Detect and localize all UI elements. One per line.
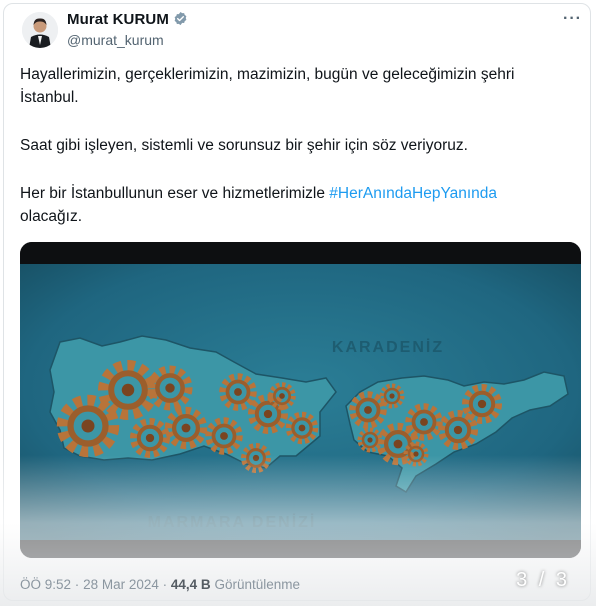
author-name-row[interactable]: Murat KURUM [67,11,188,28]
avatar-image [22,12,58,48]
tweet-date[interactable]: 28 Mar 2024 [83,577,159,592]
tweet-paragraph-1: Hayallerimizin, gerçeklerimizin, mazimiz… [20,66,515,106]
author-name[interactable]: Murat KURUM [67,11,169,28]
image-counter: 3 / 3 [516,569,570,591]
hashtag-link[interactable]: #HerAnındaHepYanında [329,185,497,202]
istanbul-gears-map: KARADENİZ MARMARA DENİZİ [20,242,581,558]
author-handle[interactable]: @murat_kurum [67,32,164,48]
avatar[interactable] [22,12,58,48]
meta-separator: · [162,577,168,592]
tweet-paragraph-3: Her bir İstanbullunun eser ve hizmetleri… [20,182,575,228]
verified-badge-icon [174,11,187,26]
meta-separator: · [74,577,80,592]
tweet-media-image[interactable]: KARADENİZ MARMARA DENİZİ [20,242,581,558]
tweet-meta: ÖÖ 9:52 · 28 Mar 2024 · 44,4 B Görüntüle… [20,577,300,592]
tweet-paragraph-3-end: olacağız. [20,208,83,225]
tweet-paragraph-2: Saat gibi işleyen, sistemli ve sorunsuz … [20,137,468,154]
tweet-time[interactable]: ÖÖ 9:52 [20,577,71,592]
more-dots-icon[interactable]: ··· [563,10,582,28]
tweet-paragraph-3-text: Her bir İstanbullunun eser ve hizmetleri… [20,185,330,202]
tweet-text: Hayallerimizin, gerçeklerimizin, mazimiz… [20,63,575,253]
views-count: 44,4 B [170,577,211,592]
map-label-karadeniz: KARADENİZ [332,338,444,356]
map-label-marmara: MARMARA DENİZİ [148,513,317,531]
views-label: Görüntülenme [214,577,301,592]
